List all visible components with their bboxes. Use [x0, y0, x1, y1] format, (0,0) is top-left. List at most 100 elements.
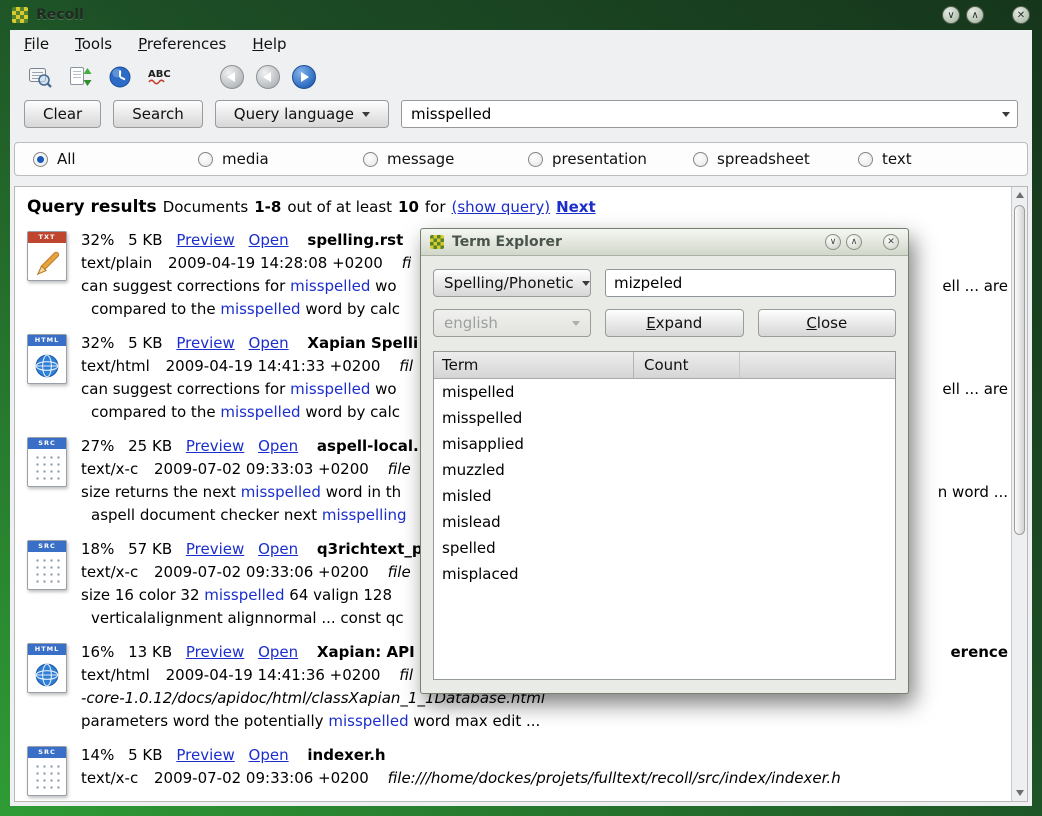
menu-tools[interactable]: Tools [75, 35, 112, 53]
prev-page-icon[interactable] [220, 65, 244, 89]
term-row[interactable]: spelled [434, 535, 895, 561]
file-date: 2009-07-02 09:33:06 +0200 [154, 769, 369, 787]
file-date: 2009-04-19 14:28:08 +0200 [168, 254, 383, 272]
term-explorer-titlebar[interactable]: Term Explorer ∨ ∧ ✕ [421, 229, 908, 256]
term-row[interactable]: muzzled [434, 457, 895, 483]
prev-page-icon-2[interactable] [256, 65, 280, 89]
mime-type: text/x-c [81, 563, 138, 581]
preview-link[interactable]: Preview [176, 334, 234, 352]
expand-button[interactable]: Expand [605, 309, 744, 337]
close-button-label: Close [806, 314, 847, 332]
term-row[interactable]: misled [434, 483, 895, 509]
search-button[interactable]: Search [113, 100, 203, 128]
highlighted-term: misspelled [290, 277, 370, 295]
terms-table-header[interactable]: Term Count [434, 352, 895, 379]
filter-text[interactable]: text [858, 150, 1023, 168]
mime-type: text/x-c [81, 769, 138, 787]
radio-icon[interactable] [198, 152, 213, 167]
preview-link[interactable]: Preview [186, 540, 244, 558]
terms-table-body: mispelled misspelled misapplied muzzled … [434, 379, 895, 679]
source-dots-icon [34, 557, 60, 583]
query-language-label: Query language [234, 105, 354, 123]
open-link[interactable]: Open [249, 746, 289, 764]
term-row[interactable]: mispelled [434, 379, 895, 405]
file-date: 2009-07-02 09:33:03 +0200 [154, 460, 369, 478]
abstract-text: word in th [321, 483, 401, 501]
filter-all[interactable]: All [33, 150, 198, 168]
radio-icon[interactable] [693, 152, 708, 167]
radio-icon[interactable] [858, 152, 873, 167]
abstract-text: ell ... are [930, 378, 1008, 401]
mime-type: text/plain [81, 254, 152, 272]
unshade-window-button[interactable]: ∧ [966, 6, 984, 24]
chevron-down-icon [582, 281, 590, 286]
file-url: file [388, 460, 411, 478]
term-row[interactable]: misplaced [434, 561, 895, 587]
filter-spreadsheet[interactable]: spreadsheet [693, 150, 858, 168]
scrollbar-thumb[interactable] [1014, 205, 1025, 535]
query-details-icon[interactable] [26, 63, 54, 91]
preview-link[interactable]: Preview [186, 643, 244, 661]
radio-icon[interactable] [528, 152, 543, 167]
abstract-text: ell ... are [930, 275, 1008, 298]
search-query-combobox[interactable]: misspelled [401, 100, 1018, 128]
filter-message[interactable]: message [363, 150, 528, 168]
results-scrollbar[interactable] [1011, 187, 1027, 801]
menu-help[interactable]: Help [252, 35, 286, 53]
filter-presentation[interactable]: presentation [528, 150, 693, 168]
spellcheck-abc-icon[interactable]: ABC [146, 63, 174, 91]
term-input[interactable] [605, 269, 896, 297]
expansion-mode-select[interactable]: Spelling/Phonetic [433, 269, 591, 297]
shade-dialog-button[interactable]: ∨ [825, 234, 841, 250]
term-row[interactable]: misapplied [434, 431, 895, 457]
close-dialog-window-button[interactable]: ✕ [883, 234, 899, 250]
menu-file[interactable]: File [24, 35, 49, 53]
abstract-text: can suggest corrections for [81, 380, 290, 398]
relevancy-percent: 32% [81, 231, 114, 249]
term-explorer-body: Spelling/Phonetic english Expand Close T… [421, 256, 908, 694]
next-page-link[interactable]: Next [556, 198, 596, 216]
scroll-down-button[interactable] [1012, 785, 1027, 801]
preview-link[interactable]: Preview [176, 746, 234, 764]
query-language-select[interactable]: Query language [215, 100, 389, 128]
term-row[interactable]: misspelled [434, 405, 895, 431]
pencil-icon [28, 246, 66, 280]
open-link[interactable]: Open [258, 643, 298, 661]
menu-preferences[interactable]: Preferences [138, 35, 226, 53]
history-clock-icon[interactable] [106, 63, 134, 91]
radio-icon[interactable] [363, 152, 378, 167]
file-url: file [388, 563, 411, 581]
mime-type: text/html [81, 666, 150, 684]
shade-window-button[interactable]: ∨ [942, 6, 960, 24]
file-url: fi [402, 254, 412, 272]
open-link[interactable]: Open [249, 334, 289, 352]
sort-document-icon[interactable] [66, 63, 94, 91]
filter-media[interactable]: media [198, 150, 363, 168]
titlebar[interactable]: Recoll ∨ ∧ ✕ [0, 0, 1042, 30]
radio-selected-icon[interactable] [33, 152, 48, 167]
close-button[interactable]: Close [758, 309, 897, 337]
open-link[interactable]: Open [249, 231, 289, 249]
file-date: 2009-07-02 09:33:06 +0200 [154, 563, 369, 581]
preview-link[interactable]: Preview [186, 437, 244, 455]
scroll-up-button[interactable] [1012, 187, 1027, 203]
show-query-link[interactable]: (show query) [452, 198, 551, 216]
open-link[interactable]: Open [258, 437, 298, 455]
chevron-down-icon [572, 321, 580, 326]
result-filename: q3richtext_p [317, 540, 423, 558]
term-column-header[interactable]: Term [434, 352, 634, 378]
abstract-text: size returns the next [81, 483, 241, 501]
file-url: file:///home/dockes/projets/fulltext/rec… [388, 769, 841, 787]
close-window-button[interactable]: ✕ [1012, 6, 1030, 24]
count-column-header[interactable]: Count [634, 352, 740, 378]
preview-link[interactable]: Preview [176, 231, 234, 249]
clear-button[interactable]: Clear [24, 100, 101, 128]
unshade-dialog-button[interactable]: ∧ [846, 234, 862, 250]
combobox-dropdown-button[interactable] [995, 101, 1017, 127]
result-filename: Xapian Spelli [307, 334, 418, 352]
recoll-app-icon [430, 235, 444, 249]
expand-button-label: Expand [646, 314, 702, 332]
next-page-icon[interactable] [292, 65, 316, 89]
open-link[interactable]: Open [258, 540, 298, 558]
term-row[interactable]: mislead [434, 509, 895, 535]
